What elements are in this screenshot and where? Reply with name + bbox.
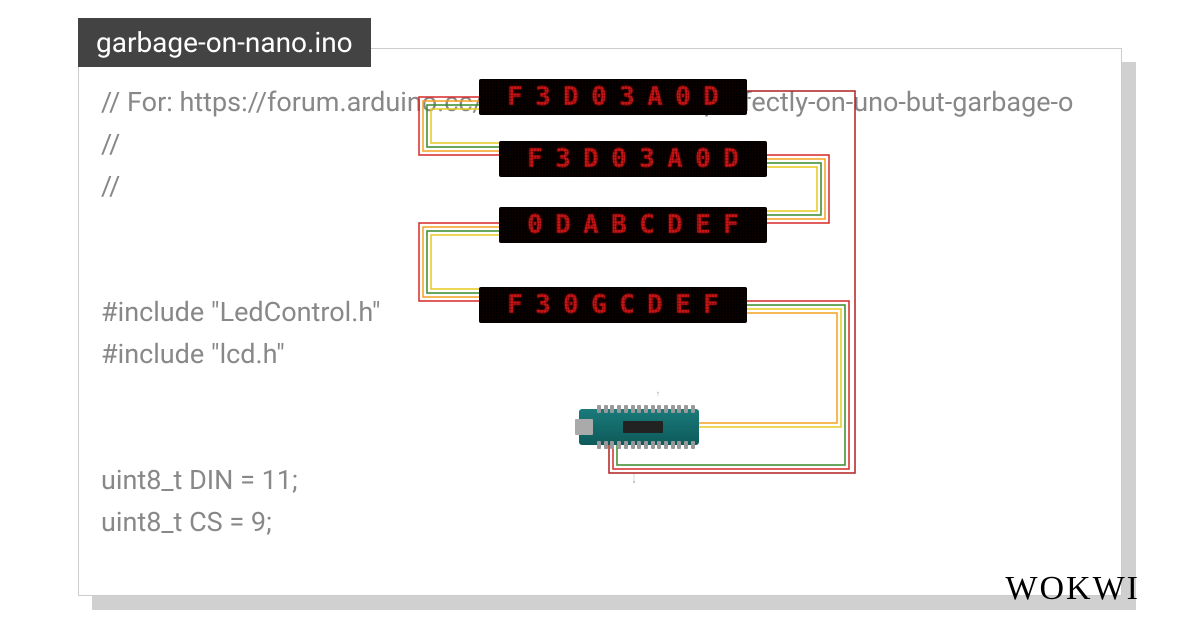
wokwi-logo: WOKWI bbox=[1005, 570, 1140, 608]
led-matrix-4-text bbox=[503, 291, 723, 319]
circuit-diagram[interactable] bbox=[379, 79, 999, 549]
code-line-3: // bbox=[101, 170, 120, 202]
code-line-6: #include "LedControl.h" bbox=[101, 296, 381, 328]
wokwi-logo-text: WOKWI bbox=[1005, 570, 1140, 607]
led-matrix-2-text bbox=[523, 145, 743, 173]
file-title-text: garbage-on-nano.ino bbox=[96, 26, 353, 59]
usb-port bbox=[575, 419, 593, 435]
arduino-nano-board[interactable] bbox=[579, 409, 699, 445]
microcontroller-chip bbox=[623, 421, 663, 433]
nano-pins-bottom bbox=[597, 441, 695, 449]
led-matrix-4[interactable] bbox=[479, 287, 747, 323]
led-matrix-1-text bbox=[503, 83, 723, 111]
led-matrix-3[interactable] bbox=[499, 207, 767, 243]
code-line-2: // bbox=[101, 128, 120, 160]
code-line-7: #include "lcd.h" bbox=[101, 338, 285, 370]
arrow-up-icon bbox=[657, 379, 659, 409]
preview-card: // For: https://forum.arduino.cc/t/max72… bbox=[78, 48, 1122, 596]
nano-pins-top bbox=[597, 405, 695, 413]
arrow-down-icon bbox=[633, 447, 635, 509]
led-matrix-1[interactable] bbox=[479, 79, 747, 115]
code-line-11: uint8_t CS = 9; bbox=[101, 506, 272, 538]
led-matrix-2[interactable] bbox=[499, 141, 767, 177]
file-title-tab: garbage-on-nano.ino bbox=[78, 18, 371, 67]
code-line-10: uint8_t DIN = 11; bbox=[101, 464, 298, 496]
led-matrix-3-text bbox=[523, 211, 743, 239]
